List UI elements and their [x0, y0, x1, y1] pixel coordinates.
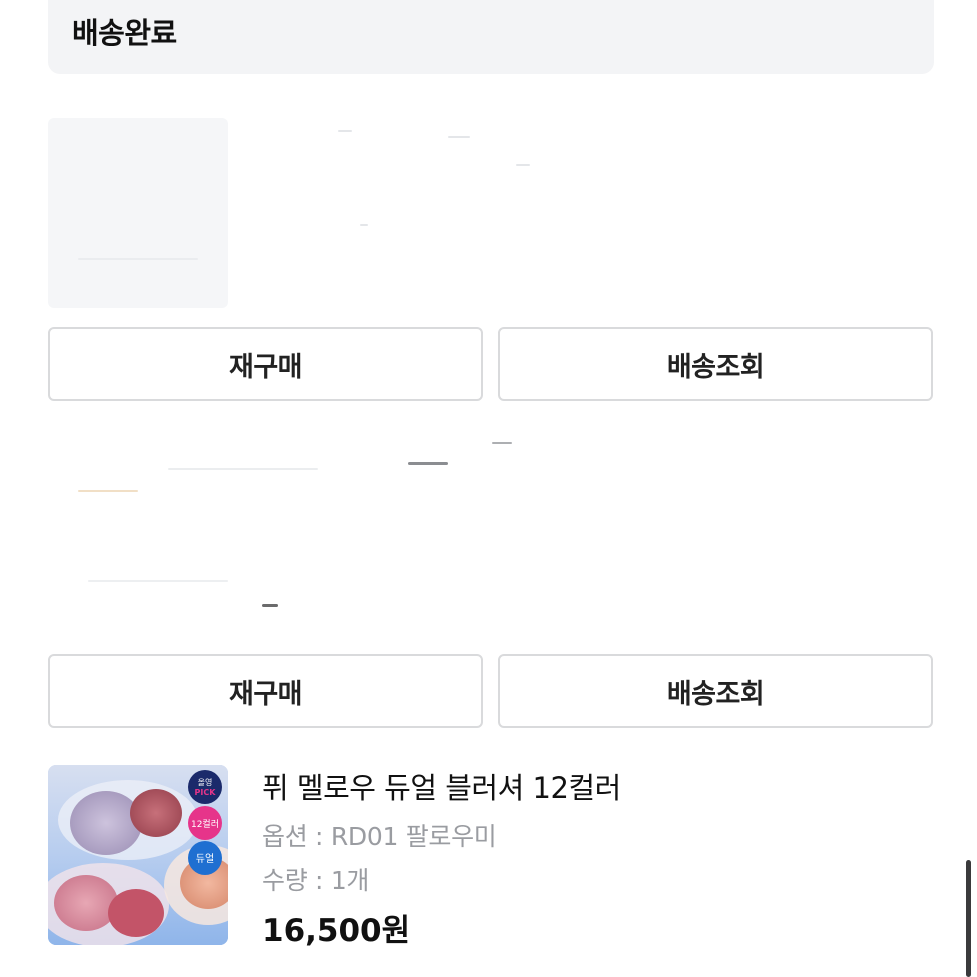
order-actions-2: 재구매 배송조회: [48, 654, 934, 730]
product-quantity: 수량 : 1개: [262, 866, 370, 895]
obscured-order-info: [48, 108, 934, 320]
svg-text:12컬러: 12컬러: [191, 819, 219, 830]
product-name[interactable]: 퓌 멜로우 듀얼 블러셔 12컬러: [262, 765, 621, 807]
track-delivery-button[interactable]: 배송조회: [498, 654, 933, 728]
product-item[interactable]: 올영 PICK 12컬러 듀얼 퓌 멜로우 듀얼 블러셔 12컬러 옵션 : R…: [48, 765, 934, 950]
repurchase-button[interactable]: 재구매: [48, 654, 483, 728]
svg-text:올영: 올영: [198, 777, 213, 787]
price-amount: 16,500: [262, 913, 382, 949]
price-unit: 원: [381, 913, 411, 949]
product-option: 옵션 : RD01 팔로우미: [262, 822, 497, 851]
scrollbar[interactable]: [966, 860, 971, 977]
svg-text:듀얼: 듀얼: [196, 853, 214, 865]
order-status-banner: 배송완료: [48, 0, 934, 74]
order-status-title: 배송완료: [72, 16, 177, 50]
product-thumbnail[interactable]: 올영 PICK 12컬러 듀얼: [48, 765, 228, 945]
svg-text:PICK: PICK: [195, 788, 217, 797]
blusher-product-image: 올영 PICK 12컬러 듀얼: [48, 765, 228, 945]
product-price: 16,500원: [262, 905, 410, 950]
order-actions-1: 재구매 배송조회: [48, 327, 934, 403]
track-delivery-button[interactable]: 배송조회: [498, 327, 933, 401]
obscured-order-info: [48, 430, 934, 630]
repurchase-button[interactable]: 재구매: [48, 327, 483, 401]
